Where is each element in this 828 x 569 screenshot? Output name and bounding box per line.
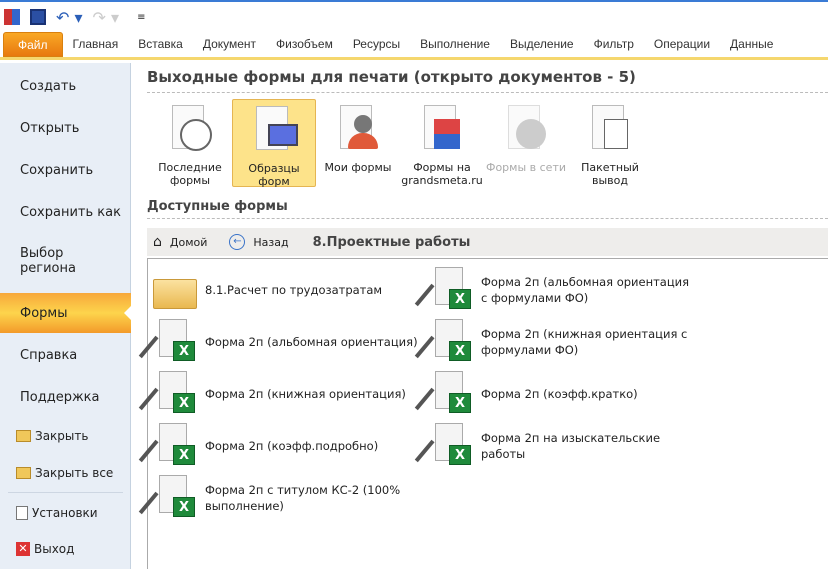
item-label: Форма 2п на изыскательские работы (481, 431, 661, 461)
sidebar-item-open[interactable]: Открыть (0, 117, 131, 139)
tab-filter[interactable]: Фильтр (584, 32, 644, 57)
tab-operations[interactable]: Операции (644, 32, 720, 57)
excel-form-icon: X (138, 423, 199, 469)
close-label: Закрыть (35, 429, 89, 443)
tab-insert[interactable]: Вставка (128, 32, 193, 57)
item-label: Форма 2п (коэфф.подробно) (205, 439, 379, 453)
batch-output-button[interactable]: Пакетный вывод (568, 99, 652, 187)
item-label: Форма 2п (коэфф.кратко) (481, 387, 638, 401)
navigation-bar: ⌂ Домой ← Назад 8.Проектные работы (147, 228, 828, 256)
settings-icon (16, 506, 28, 520)
sample-forms-button[interactable]: Образцы форм (232, 99, 316, 188)
clock-icon (166, 105, 214, 155)
quick-access-toolbar: ↶ ▾ ↷ ▾ ≡ (0, 2, 828, 32)
excel-form-icon: X (414, 319, 475, 365)
globe-icon (502, 105, 550, 155)
excel-form-icon: X (138, 371, 199, 417)
item-label: Форма 2п с титулом КС-2 (100% выполнение… (205, 483, 401, 513)
tab-volume[interactable]: Физобъем (266, 32, 343, 57)
network-forms-button: Формы в сети (484, 99, 568, 187)
tab-file[interactable]: Файл (3, 32, 63, 57)
excel-form-icon: X (414, 371, 475, 417)
grandsmeta-forms-button[interactable]: Формы на grandsmeta.ru (400, 99, 484, 187)
page-title: Выходные формы для печати (открыто докум… (147, 68, 636, 86)
backstage-sidebar: Создать Открыть Сохранить Сохранить как … (0, 63, 132, 569)
tab-document[interactable]: Документ (193, 32, 266, 57)
list-item[interactable]: X Форма 2п с титулом КС-2 (100% выполнени… (138, 475, 423, 521)
list-item[interactable]: X Форма 2п (альбомная ориентация) (138, 319, 423, 365)
list-item[interactable]: X Форма 2п (коэфф.подробно) (138, 423, 423, 469)
app-icon (4, 9, 20, 25)
grandsmeta-forms-label: Формы на grandsmeta.ru (401, 161, 483, 187)
folder-close-icon (16, 430, 31, 442)
item-label: Форма 2п (книжная ориентация с формулами… (481, 327, 688, 357)
forms-list: 8.1.Расчет по трудозатратам X Форма 2п (а… (138, 258, 828, 569)
redo-icon[interactable]: ↷ ▾ (93, 8, 120, 27)
documents-stack-icon (586, 105, 634, 155)
batch-output-label: Пакетный вывод (581, 161, 639, 187)
undo-icon[interactable]: ↶ ▾ (56, 8, 83, 27)
list-item-folder[interactable]: 8.1.Расчет по трудозатратам (153, 267, 423, 313)
sidebar-item-save[interactable]: Сохранить (0, 159, 131, 181)
list-item[interactable]: X Форма 2п (книжная ориентация с формулам… (414, 319, 699, 365)
sidebar-item-region[interactable]: Выбор региона (0, 243, 110, 279)
breadcrumb: 8.Проектные работы (312, 234, 471, 250)
sample-forms-label: Образцы форм (248, 162, 300, 188)
tab-selection[interactable]: Выделение (500, 32, 584, 57)
folders-close-icon (16, 467, 31, 479)
user-icon (334, 105, 382, 155)
sidebar-item-exit[interactable]: ✕ Выход (0, 539, 131, 559)
list-item[interactable]: X Форма 2п (книжная ориентация) (138, 371, 423, 417)
web-blocks-icon (418, 105, 466, 155)
back-link[interactable]: Назад (253, 236, 288, 249)
list-item[interactable]: X Форма 2п на изыскательские работы (414, 423, 699, 469)
save-icon[interactable] (30, 9, 46, 25)
divider (147, 92, 828, 93)
item-label: Форма 2п (книжная ориентация) (205, 387, 406, 401)
sidebar-item-help[interactable]: Справка (0, 344, 131, 366)
excel-form-icon: X (414, 267, 475, 313)
folder-icon (153, 267, 199, 313)
exit-icon: ✕ (16, 542, 30, 556)
item-label: Форма 2п (альбомная ориентация с формула… (481, 275, 690, 305)
recent-forms-button[interactable]: Последние формы (148, 99, 232, 187)
close-all-label: Закрыть все (35, 466, 114, 480)
my-forms-button[interactable]: Мои формы (316, 99, 400, 187)
divider (147, 218, 828, 219)
exit-label: Выход (34, 542, 75, 556)
excel-form-icon: X (138, 475, 199, 521)
excel-form-icon: X (414, 423, 475, 469)
back-arrow-icon[interactable]: ← (229, 234, 246, 250)
network-forms-label: Формы в сети (485, 161, 566, 174)
settings-label: Установки (32, 506, 98, 520)
my-forms-label: Мои формы (324, 161, 392, 174)
section-title: Доступные формы (147, 199, 288, 214)
tab-data[interactable]: Данные (720, 32, 783, 57)
list-item[interactable]: X Форма 2п (альбомная ориентация с формул… (414, 267, 699, 313)
sidebar-item-save-as[interactable]: Сохранить как (0, 201, 131, 223)
sidebar-item-create[interactable]: Создать (0, 75, 131, 97)
recent-forms-label: Последние формы (158, 161, 222, 187)
customize-qat-icon[interactable]: ≡ (137, 12, 145, 23)
sidebar-separator (8, 492, 123, 493)
home-link[interactable]: Домой (170, 236, 208, 249)
tab-home[interactable]: Главная (63, 32, 129, 57)
excel-form-icon: X (138, 319, 199, 365)
list-item[interactable]: X Форма 2п (коэфф.кратко) (414, 371, 699, 417)
sidebar-item-forms[interactable]: Формы (0, 293, 132, 333)
item-label: Форма 2п (альбомная ориентация) (205, 335, 418, 349)
sidebar-item-close-all[interactable]: Закрыть все (0, 463, 131, 483)
sidebar-item-support[interactable]: Поддержка (0, 386, 131, 408)
tab-execution[interactable]: Выполнение (410, 32, 500, 57)
computer-icon (250, 106, 298, 156)
tab-resources[interactable]: Ресурсы (343, 32, 410, 57)
sidebar-item-settings[interactable]: Установки (0, 503, 131, 523)
item-label: 8.1.Расчет по трудозатратам (205, 283, 383, 297)
forms-panel: Выходные формы для печати (открыто докум… (132, 63, 828, 569)
sidebar-item-close[interactable]: Закрыть (0, 426, 131, 446)
ribbon-tabs: Файл Главная Вставка Документ Физобъем Р… (0, 32, 828, 60)
home-icon[interactable]: ⌂ (153, 234, 162, 250)
